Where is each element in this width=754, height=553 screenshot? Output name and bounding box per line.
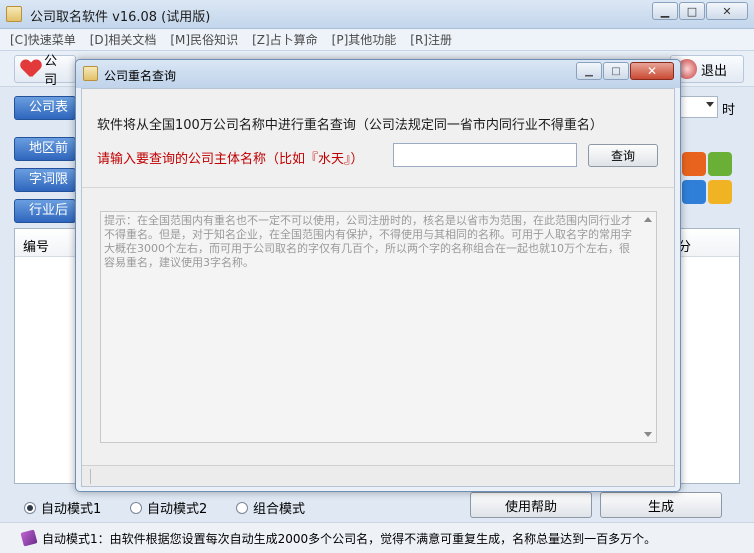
side-button-word-limit[interactable]: 字词限 [14, 168, 76, 192]
time-label: 时 [722, 103, 736, 118]
company-tool-button[interactable]: 公司 [14, 54, 76, 88]
menu-other[interactable]: [P]其他功能 [332, 31, 397, 48]
window-controls: ▁ □ ✕ [652, 2, 748, 20]
app-icon [6, 6, 22, 22]
scroll-up-icon[interactable] [644, 217, 652, 222]
dialog-status-divider [90, 469, 91, 484]
radio-selected-icon [24, 501, 36, 514]
column-number[interactable]: 编号 [23, 236, 49, 255]
radio-combo-mode-label: 组合模式 [253, 502, 306, 517]
exit-label: 退出 [701, 63, 728, 79]
menu-bar: [C]快速菜单 [D]相关文档 [M]民俗知识 [Z]占卜算命 [P]其他功能 … [0, 29, 754, 51]
query-button[interactable]: 查询 [588, 144, 658, 167]
dialog-maximize-button[interactable]: □ [603, 62, 629, 80]
minimize-button[interactable]: ▁ [652, 2, 678, 20]
dialog-title: 公司重名查询 [104, 69, 177, 83]
heart-icon [21, 60, 40, 78]
radio-auto-mode-1-label: 自动模式1 [41, 502, 102, 517]
company-name-input[interactable] [393, 143, 577, 167]
dialog-app-icon [83, 66, 98, 81]
dialog-prompt-label: 请输入要查询的公司主体名称（比如『水天』） [97, 152, 364, 167]
status-bar: 自动模式1：由软件根据您设置每次自动生成2000多个公司名，觉得不满意可重复生成… [0, 522, 754, 553]
scroll-down-icon[interactable] [644, 432, 652, 437]
status-text: 自动模式1：由软件根据您设置每次自动生成2000多个公司名，觉得不满意可重复生成… [42, 531, 657, 546]
radio-combo-mode[interactable]: 组合模式 [236, 498, 305, 517]
menu-divination[interactable]: [Z]占卜算命 [252, 31, 318, 48]
side-button-company-table[interactable]: 公司表 [14, 96, 76, 120]
menu-register[interactable]: [R]注册 [410, 31, 452, 48]
side-button-region-prefix[interactable]: 地区前 [14, 137, 76, 161]
radio-auto-mode-1[interactable]: 自动模式1 [24, 498, 101, 517]
hint-text: 提示：在全国范围内有重名也不一定不可以使用，公司注册时的，核名是以省市为范围，在… [104, 214, 632, 269]
dialog-minimize-button[interactable]: ▁ [576, 62, 602, 80]
dialog-window-controls: ▁ □ ✕ [576, 62, 674, 80]
maximize-button[interactable]: □ [679, 2, 705, 20]
help-button[interactable]: 使用帮助 [470, 492, 592, 518]
generate-button[interactable]: 生成 [600, 492, 722, 518]
radio-unselected-icon [236, 501, 248, 514]
hint-textarea[interactable]: 提示：在全国范围内有重名也不一定不可以使用，公司注册时的，核名是以省市为范围，在… [100, 211, 657, 443]
window-title: 公司取名软件 v16.08 (试用版) [30, 10, 211, 25]
logo-square-yellow [708, 180, 732, 204]
main-titlebar: 公司取名软件 v16.08 (试用版) ▁ □ ✕ [0, 0, 754, 29]
radio-unselected-icon [130, 501, 142, 514]
hint-scrollbar[interactable] [641, 213, 655, 441]
company-tool-label: 公司 [44, 54, 58, 88]
radio-auto-mode-2[interactable]: 自动模式2 [130, 498, 207, 517]
office-logo-icon [680, 150, 736, 210]
bottom-bar: 自动模式1 自动模式2 组合模式 使用帮助 生成 [0, 490, 754, 522]
dialog-description: 软件将从全国100万公司名称中进行重名查询（公司法规定同一省市内同行业不得重名） [97, 118, 603, 133]
menu-quick[interactable]: [C]快速菜单 [10, 31, 76, 48]
radio-auto-mode-2-label: 自动模式2 [147, 502, 208, 517]
time-combo[interactable] [680, 96, 718, 118]
duplicate-name-dialog: 公司重名查询 ▁ □ ✕ 软件将从全国100万公司名称中进行重名查询（公司法规定… [75, 59, 681, 492]
side-button-industry-suffix[interactable]: 行业后 [14, 199, 76, 223]
exit-button[interactable]: 退出 [670, 55, 744, 83]
logo-square-blue [682, 180, 706, 204]
chevron-down-icon [706, 102, 714, 107]
close-button[interactable]: ✕ [706, 2, 748, 20]
logo-square-green [708, 152, 732, 176]
menu-folk[interactable]: [M]民俗知识 [170, 31, 238, 48]
book-icon [20, 529, 38, 547]
dialog-status-bar [82, 465, 674, 486]
dialog-titlebar[interactable]: 公司重名查询 ▁ □ ✕ [76, 60, 680, 88]
dialog-separator [82, 187, 674, 188]
dialog-close-button[interactable]: ✕ [630, 62, 674, 80]
dialog-body: 软件将从全国100万公司名称中进行重名查询（公司法规定同一省市内同行业不得重名）… [81, 88, 675, 487]
logo-square-orange [682, 152, 706, 176]
menu-docs[interactable]: [D]相关文档 [90, 31, 157, 48]
